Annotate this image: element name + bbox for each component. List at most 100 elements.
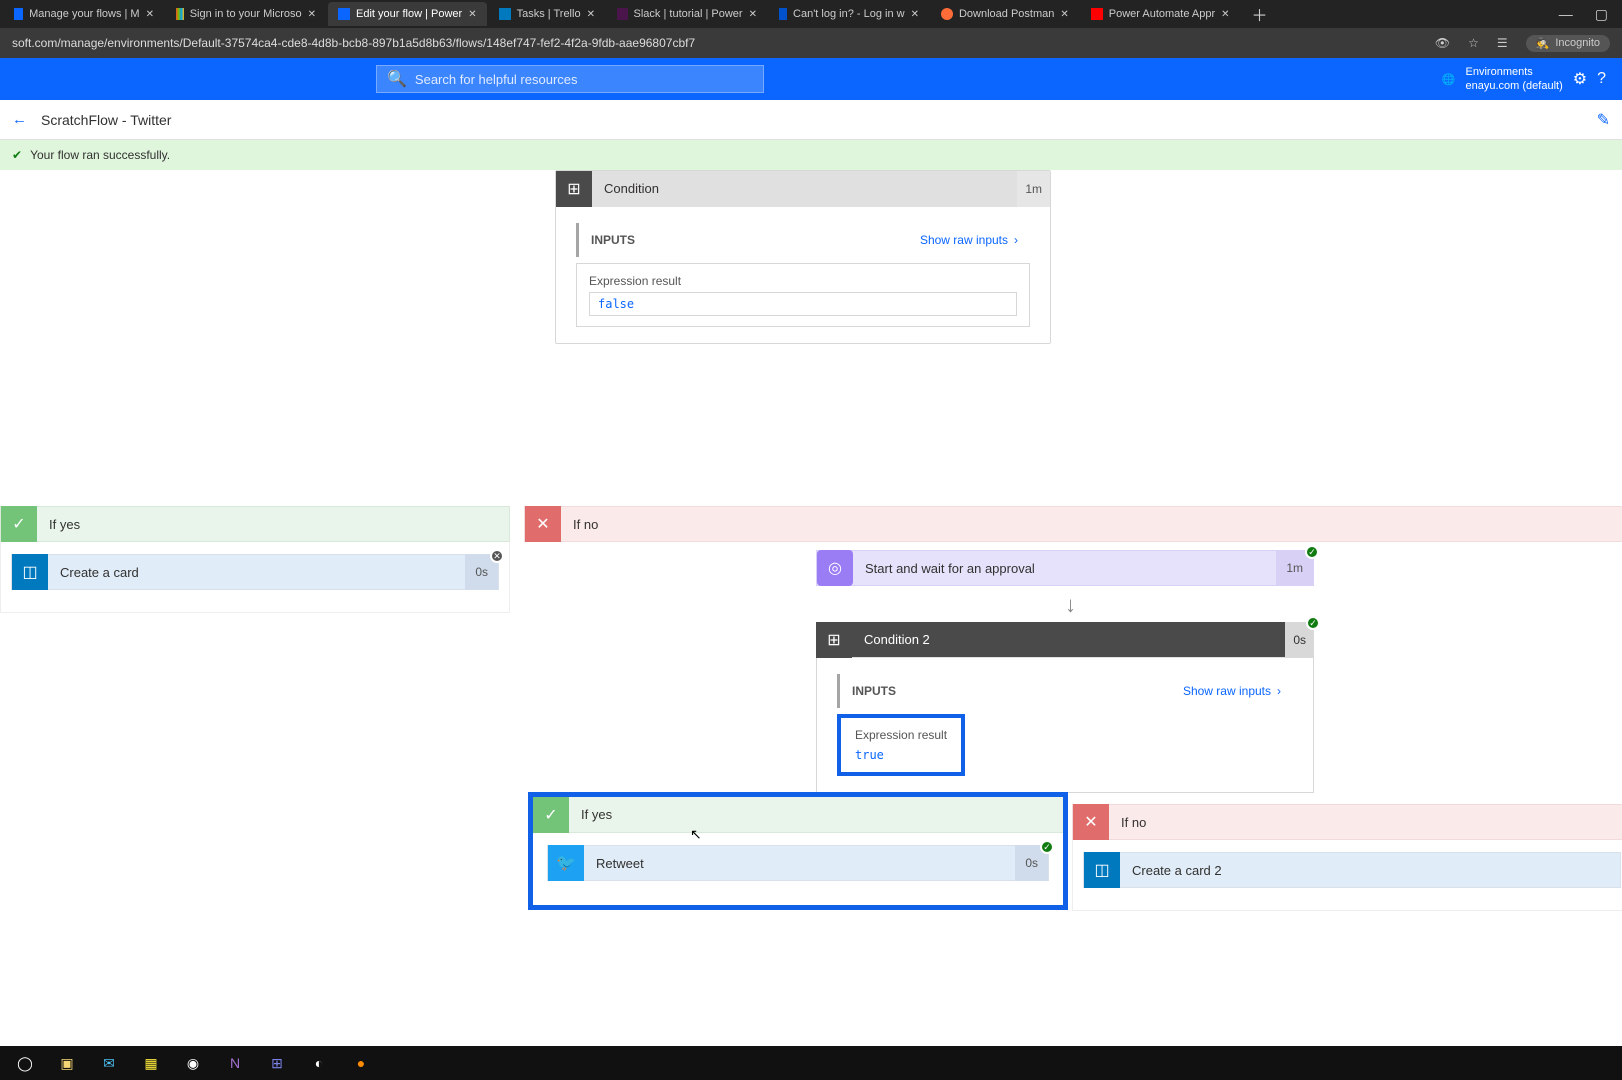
expression-value: false	[589, 292, 1017, 316]
browser-tab[interactable]: Slack | tutorial | Power✕	[607, 2, 767, 26]
obs-icon[interactable]: ◐	[308, 1052, 330, 1074]
onenote-icon[interactable]: N	[224, 1052, 246, 1074]
bookmark-icon[interactable]: ☆	[1468, 36, 1479, 50]
action-title: Create a card 2	[1132, 863, 1222, 878]
close-icon[interactable]: ✕	[749, 9, 757, 20]
close-icon[interactable]: ✕	[468, 9, 476, 20]
minimize-icon[interactable]: —	[1559, 6, 1573, 23]
mail-icon[interactable]: ✉	[98, 1052, 120, 1074]
address-bar: soft.com/manage/environments/Default-375…	[0, 28, 1622, 58]
environment-icon[interactable]: 🌐	[1442, 73, 1456, 86]
status-ok-icon: ✓	[1305, 545, 1319, 559]
maximize-icon[interactable]: ▢	[1595, 6, 1608, 23]
file-explorer-icon[interactable]: ▣	[56, 1052, 78, 1074]
browser-tab[interactable]: Manage your flows | M✕	[4, 2, 164, 26]
expression-value: true	[855, 746, 947, 762]
status-ok-icon: ✓	[1306, 616, 1320, 630]
search-box[interactable]: 🔍	[376, 65, 764, 93]
chevron-right-icon: ›	[1014, 233, 1018, 247]
card-title: Condition	[604, 181, 659, 196]
retweet-action[interactable]: 🐦 Retweet 0s ✓	[547, 845, 1049, 881]
card-title: Condition 2	[864, 632, 930, 647]
reading-list-icon[interactable]: ☰	[1497, 36, 1508, 50]
new-tab-button[interactable]: ＋	[1242, 2, 1278, 26]
condition-2-card[interactable]: ⊞ Condition 2 0s ✓ INPUTS Show raw input…	[816, 622, 1314, 793]
url[interactable]: soft.com/manage/environments/Default-375…	[12, 36, 695, 50]
approval-icon: ◎	[817, 550, 853, 586]
close-icon[interactable]: ✕	[146, 9, 154, 20]
back-icon[interactable]: ←	[12, 111, 27, 128]
inputs-row: INPUTS Show raw inputs ›	[837, 674, 1293, 708]
if-no-branch: ✕ If no ◎ Start and wait for an approval…	[524, 506, 1622, 542]
search-icon: 🔍	[387, 69, 407, 89]
close-icon[interactable]: ✕	[308, 9, 316, 20]
status-skipped-icon: ✕	[490, 549, 504, 563]
branch-header-no[interactable]: ✕ If no	[1072, 804, 1622, 840]
browser-tab[interactable]: Can't log in? - Log in w✕	[769, 2, 929, 26]
show-raw-inputs-link[interactable]: Show raw inputs ›	[1183, 684, 1281, 698]
show-raw-inputs-link[interactable]: Show raw inputs ›	[920, 233, 1018, 247]
approval-action[interactable]: ◎ Start and wait for an approval 1m ✓	[816, 550, 1314, 586]
success-banner: ✔ Your flow ran successfully.	[0, 140, 1622, 170]
branch-header-yes[interactable]: ✓ If yes	[533, 797, 1063, 833]
browser-tab-strip: Manage your flows | M✕ Sign in to your M…	[0, 0, 1622, 28]
browser-tab[interactable]: Download Postman✕	[931, 2, 1079, 26]
expression-label: Expression result	[855, 728, 947, 742]
incognito-icon: 🕵	[1536, 37, 1550, 50]
expression-box: Expression result false	[576, 263, 1030, 327]
close-icon[interactable]: ✕	[911, 9, 919, 20]
edit-icon[interactable]: ✎	[1597, 110, 1610, 130]
environment-value[interactable]: enayu.com (default)	[1466, 79, 1563, 93]
chevron-right-icon: ›	[1277, 684, 1281, 698]
eye-off-icon[interactable]: 👁	[1435, 36, 1450, 50]
if-yes-branch: ✓ If yes ◫ Create a card 0s ✕	[0, 506, 510, 613]
status-ok-icon: ✓	[1040, 840, 1054, 854]
check-icon: ✓	[1, 506, 37, 542]
action-title: Start and wait for an approval	[865, 561, 1035, 576]
help-icon[interactable]: ?	[1597, 70, 1606, 88]
window-controls: — ▢	[1559, 6, 1622, 23]
flow-canvas[interactable]: ⊞ Condition 1m INPUTS Show raw inputs › …	[0, 170, 1622, 1046]
close-icon[interactable]: ✕	[1060, 9, 1068, 20]
branch-title: If no	[573, 517, 598, 532]
create-card-2-action[interactable]: ◫ Create a card 2	[1083, 852, 1621, 888]
sticky-notes-icon[interactable]: ▦	[140, 1052, 162, 1074]
condition-icon: ⊞	[816, 622, 852, 658]
teams-icon[interactable]: ⊞	[266, 1052, 288, 1074]
arrow-down-icon: ↓	[1065, 592, 1076, 618]
twitter-icon: 🐦	[548, 845, 584, 881]
close-icon[interactable]: ✕	[587, 9, 595, 20]
browser-tab[interactable]: Edit your flow | Power✕	[328, 2, 487, 26]
flow-name: ScratchFlow - Twitter	[41, 112, 171, 128]
branch-header-yes[interactable]: ✓ If yes	[0, 506, 510, 542]
browser-tab[interactable]: Power Automate Appr✕	[1081, 2, 1240, 26]
branch-title: If no	[1121, 815, 1146, 830]
search-circle-icon[interactable]: ◯	[14, 1052, 36, 1074]
search-input[interactable]	[415, 72, 753, 87]
card-duration: 1m	[1017, 171, 1050, 207]
sub-header: ← ScratchFlow - Twitter ✎	[0, 100, 1622, 140]
environment-label: Environments	[1466, 65, 1563, 79]
check-circle-icon: ✔	[12, 148, 22, 162]
inputs-label: INPUTS	[591, 233, 635, 247]
expression-label: Expression result	[589, 274, 1017, 288]
branch-header-no[interactable]: ✕ If no	[524, 506, 1622, 542]
inputs-row: INPUTS Show raw inputs ›	[576, 223, 1030, 257]
gear-icon[interactable]: ⚙	[1573, 69, 1587, 89]
trello-icon: ◫	[12, 554, 48, 590]
inputs-label: INPUTS	[852, 684, 896, 698]
browser-tab[interactable]: Sign in to your Microso✕	[166, 2, 326, 26]
check-icon: ✓	[533, 797, 569, 833]
chrome-icon[interactable]: ◉	[182, 1052, 204, 1074]
browser-tab[interactable]: Tasks | Trello✕	[489, 2, 605, 26]
if-yes-2-branch: ✓ If yes 🐦 Retweet 0s ✓	[528, 792, 1068, 910]
create-card-action[interactable]: ◫ Create a card 0s ✕	[11, 554, 499, 590]
branch-title: If yes	[581, 807, 612, 822]
close-icon[interactable]: ✕	[1221, 9, 1229, 20]
orange-app-icon[interactable]: ●	[350, 1052, 372, 1074]
condition-icon: ⊞	[556, 171, 592, 207]
condition-card[interactable]: ⊞ Condition 1m INPUTS Show raw inputs › …	[555, 170, 1051, 344]
banner-message: Your flow ran successfully.	[30, 148, 170, 162]
branch-title: If yes	[49, 517, 80, 532]
app-header: 🔍 🌐 Environments enayu.com (default) ⚙ ?	[0, 58, 1622, 100]
